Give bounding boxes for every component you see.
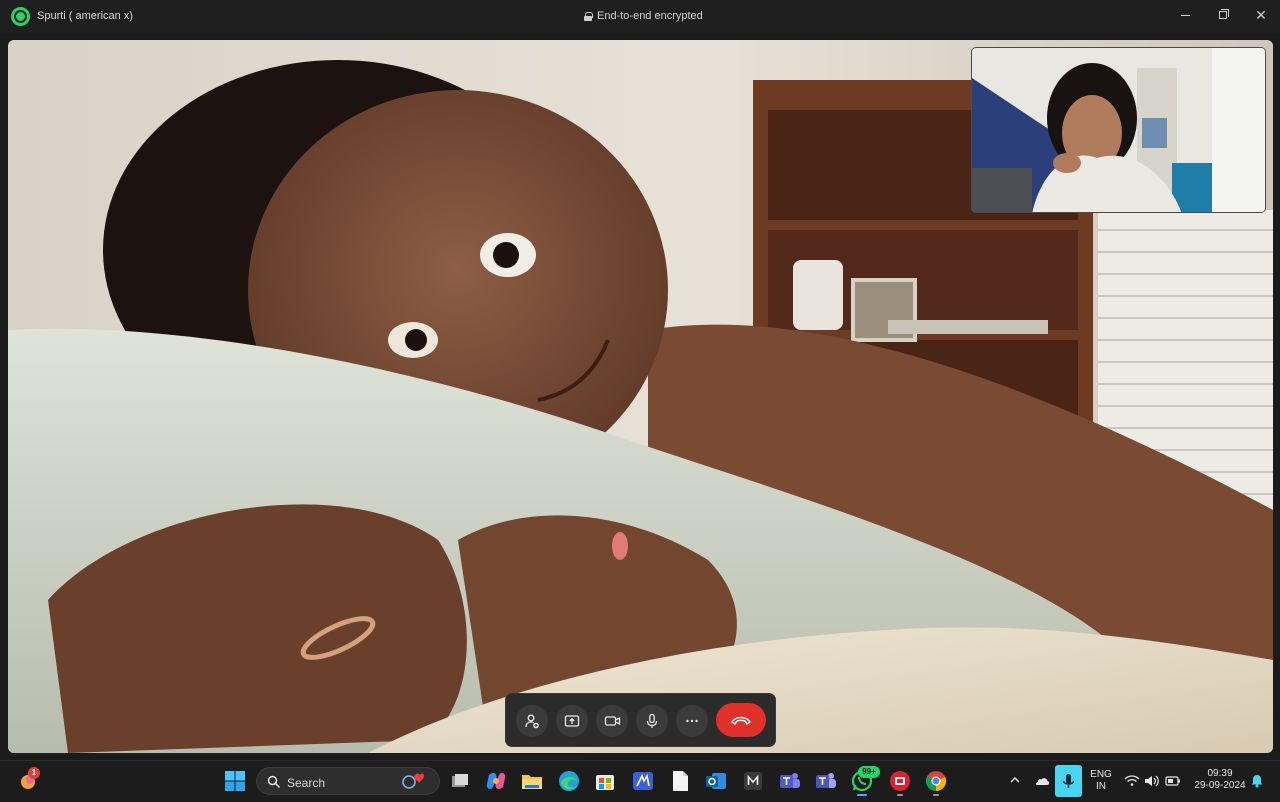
language-region: IN (1096, 781, 1106, 792)
end-call-button[interactable] (716, 703, 766, 737)
chrome-running-indicator (933, 794, 939, 796)
app-icon (633, 772, 653, 790)
clock-date: 29-09-2024 (1194, 780, 1246, 791)
microphone-icon (1062, 774, 1075, 788)
language-code: ENG (1090, 769, 1112, 780)
restore-icon (1219, 9, 1229, 19)
chrome-icon (925, 771, 947, 792)
wifi-icon (1124, 775, 1140, 786)
add-person-icon (525, 714, 539, 729)
whatsapp-logo-icon (11, 7, 30, 26)
notepad-icon (673, 771, 688, 791)
title-bar: Spurti ( american x) End-to-end encrypte… (0, 0, 1280, 34)
show-hidden-icons-button[interactable] (1008, 773, 1022, 787)
search-placeholder: Search (287, 776, 326, 790)
outlook-button[interactable] (704, 769, 728, 793)
file-explorer-icon (522, 775, 542, 789)
maximize-button[interactable] (1204, 0, 1242, 30)
taskbar-red-app-button[interactable] (888, 769, 912, 793)
window-title: Spurti ( american x) (37, 10, 133, 22)
volume-icon (1145, 775, 1159, 787)
microsoft-store-button[interactable] (593, 769, 617, 793)
teams-button[interactable] (778, 769, 802, 793)
microphone-icon (646, 713, 658, 728)
share-screen-button[interactable] (556, 705, 588, 737)
add-participant-button[interactable] (516, 705, 548, 737)
chrome-button[interactable] (924, 769, 948, 793)
whatsapp-badge: 99+ (858, 766, 880, 778)
cloud-icon (1035, 778, 1050, 785)
close-icon: ✕ (1255, 7, 1267, 23)
edge-icon (559, 771, 579, 791)
more-options-button[interactable] (676, 705, 708, 737)
battery-icon (1165, 776, 1180, 786)
microsoft-store-icon (596, 775, 614, 790)
network-volume-battery-button[interactable] (1124, 773, 1182, 789)
teams-work-icon (816, 773, 836, 788)
teams-work-button[interactable] (814, 769, 838, 793)
start-button[interactable] (224, 770, 246, 792)
teams-icon (780, 773, 800, 788)
taskbar-search[interactable]: Search (256, 767, 440, 795)
file-explorer-button[interactable] (520, 769, 544, 793)
video-camera-icon (604, 716, 620, 726)
app-m-icon (744, 772, 762, 790)
encryption-status: End-to-end encrypted (584, 10, 703, 22)
video-toggle-button[interactable] (596, 705, 628, 737)
microphone-button[interactable] (636, 705, 668, 737)
clock[interactable]: 09:39 29-09-2024 (1186, 768, 1254, 792)
task-view-button[interactable] (448, 769, 472, 793)
hang-up-icon (731, 716, 751, 725)
taskbar-m-app-button[interactable] (741, 769, 765, 793)
encryption-label: End-to-end encrypted (597, 10, 703, 22)
more-horizontal-icon (686, 719, 698, 723)
copilot-button[interactable] (484, 769, 508, 793)
whatsapp-button[interactable]: 99+ (850, 766, 880, 793)
self-video-image (972, 48, 1265, 212)
onedrive-button[interactable] (1033, 773, 1051, 787)
search-highlight-icon (402, 773, 424, 789)
widgets-button[interactable]: 1 (18, 767, 40, 791)
edge-button[interactable] (557, 769, 581, 793)
search-icon (267, 775, 281, 789)
notepad-button[interactable] (668, 769, 692, 793)
minimize-icon (1180, 14, 1190, 16)
copilot-icon (486, 772, 506, 790)
widgets-badge: 1 (28, 767, 40, 779)
close-button[interactable]: ✕ (1242, 0, 1280, 30)
bell-icon (1251, 775, 1263, 788)
outlook-icon (706, 773, 726, 789)
whatsapp-active-indicator (857, 794, 867, 796)
app-red-icon (890, 771, 910, 791)
input-language-indicator[interactable]: ENG IN (1088, 769, 1114, 793)
lock-icon (584, 11, 593, 21)
share-screen-icon (564, 715, 580, 727)
windows-taskbar: 1 Search 99+ ENG IN 09:39 29-09-2024 (0, 760, 1280, 800)
task-view-icon (452, 774, 468, 787)
self-video-preview[interactable] (971, 47, 1266, 213)
voice-input-button[interactable] (1055, 765, 1082, 797)
call-controls-bar (505, 693, 776, 747)
clock-time: 09:39 (1207, 768, 1233, 779)
red-app-running-indicator (897, 794, 903, 796)
notifications-button[interactable] (1250, 772, 1264, 788)
chevron-up-icon (1010, 777, 1020, 783)
taskbar-app-button[interactable] (631, 769, 655, 793)
start-icon (225, 771, 245, 791)
minimize-button[interactable] (1166, 0, 1204, 30)
